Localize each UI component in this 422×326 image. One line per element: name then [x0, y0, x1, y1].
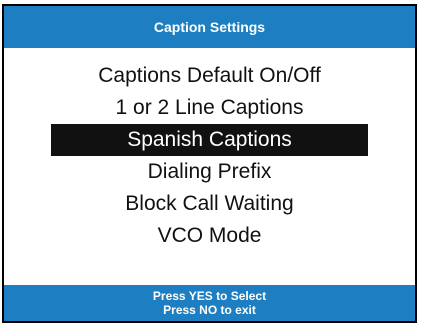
page-title: Caption Settings [153, 19, 266, 35]
footer-select-hint: Press YES to Select [152, 289, 267, 303]
footer-bar: Press YES to Select Press NO to exit [4, 285, 415, 321]
menu-item-line-captions[interactable]: 1 or 2 Line Captions [4, 92, 415, 124]
menu-item-vco-mode[interactable]: VCO Mode [4, 220, 415, 252]
menu-item-spanish-captions[interactable]: Spanish Captions [51, 124, 368, 156]
settings-menu: Captions Default On/Off 1 or 2 Line Capt… [4, 60, 415, 252]
menu-item-captions-default[interactable]: Captions Default On/Off [4, 60, 415, 92]
menu-item-block-call-waiting[interactable]: Block Call Waiting [4, 188, 415, 220]
title-bar: Caption Settings [4, 6, 415, 48]
footer-exit-hint: Press NO to exit [163, 303, 256, 317]
caption-settings-screen: Caption Settings Captions Default On/Off… [2, 4, 417, 323]
menu-item-dialing-prefix[interactable]: Dialing Prefix [4, 156, 415, 188]
